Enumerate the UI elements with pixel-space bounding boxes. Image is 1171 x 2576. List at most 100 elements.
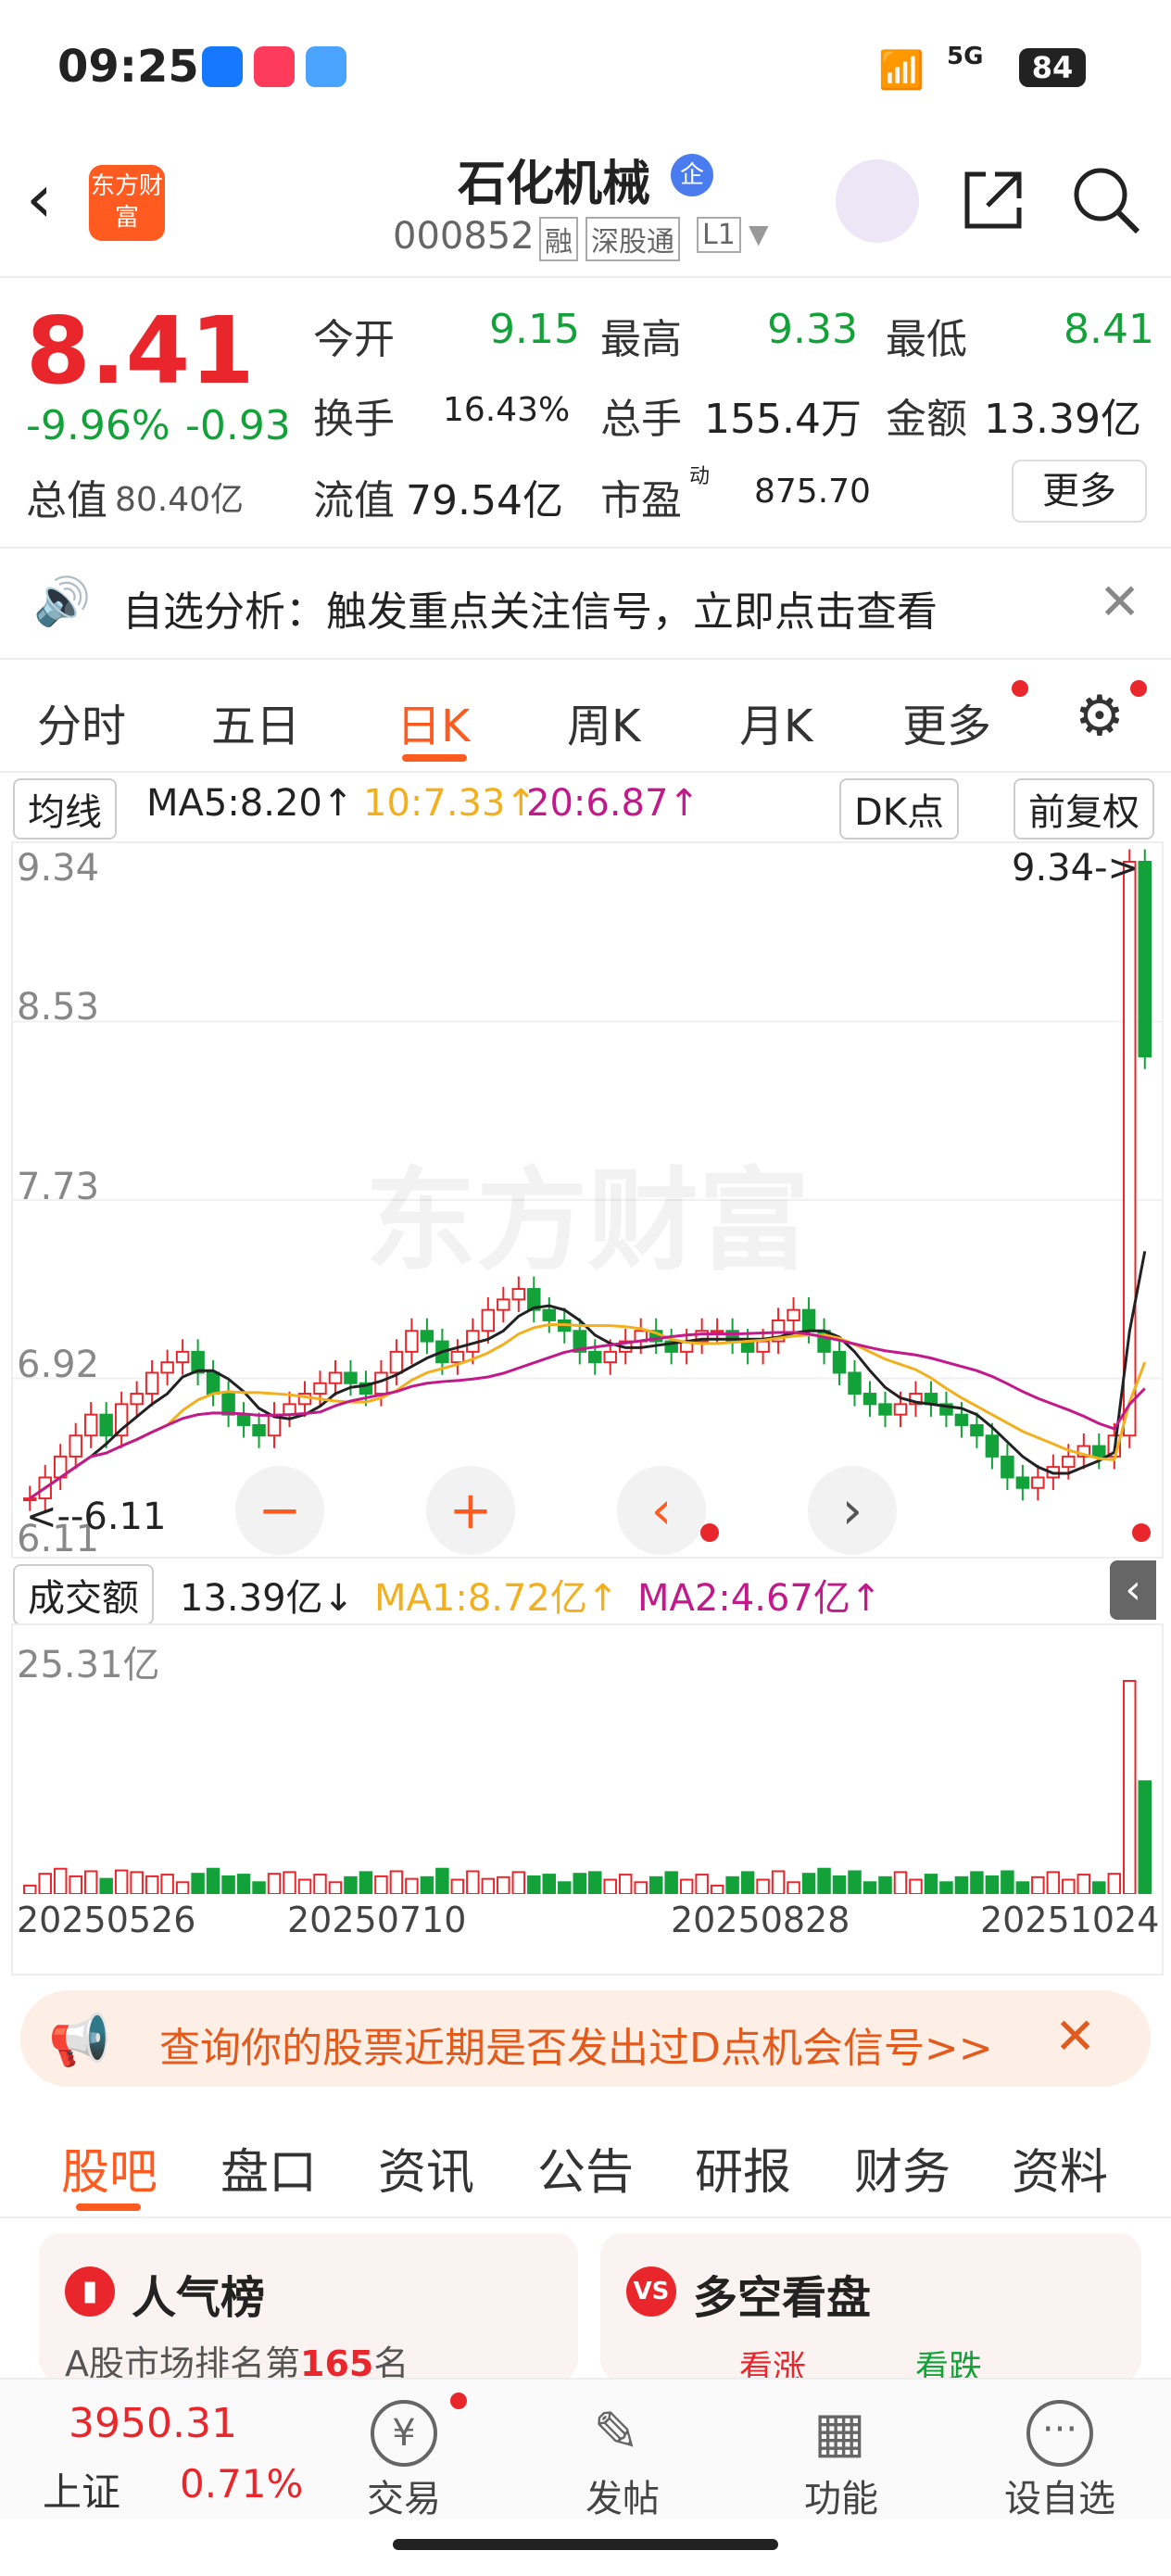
- volume-bar: [771, 1870, 786, 1894]
- volume-bar: [679, 1878, 694, 1894]
- volume-bar: [1077, 1874, 1091, 1894]
- candle-body: [221, 1393, 235, 1416]
- analysis-alert[interactable]: 🔊 自选分析：触发重点关注信号，立即点击查看 ✕: [0, 549, 1171, 660]
- nav-function[interactable]: 功能: [804, 2469, 878, 2522]
- volume-select[interactable]: 成交额: [13, 1564, 154, 1625]
- zoom-out-button[interactable]: −: [235, 1466, 324, 1555]
- nav-trade[interactable]: 交易: [367, 2469, 441, 2522]
- candle-body: [985, 1434, 1000, 1458]
- candle-body: [497, 1298, 510, 1311]
- tab-monthly[interactable]: 月K: [739, 689, 812, 754]
- scroll-left-button[interactable]: ‹: [617, 1466, 706, 1555]
- mcap-value: 80.40亿: [115, 481, 245, 519]
- volume-bar: [69, 1875, 82, 1894]
- tab-order-book[interactable]: 盘口: [220, 2133, 317, 2203]
- volume-chart[interactable]: 25.31亿 20250526 20250710 20250828 202510…: [11, 1623, 1164, 1976]
- kline-chart[interactable]: 东方财富 9.34 8.53 7.73 6.92 6.11 9.34-> <--…: [11, 841, 1164, 1560]
- tab-5day[interactable]: 五日: [211, 689, 300, 754]
- volume-bar: [664, 1871, 678, 1894]
- nav-watchlist[interactable]: 设自选: [1004, 2469, 1115, 2522]
- volume-bar: [511, 1871, 526, 1894]
- tab-research[interactable]: 研报: [695, 2133, 791, 2203]
- low-marker: <--6.11: [26, 1496, 167, 1538]
- versus-icon: VS: [626, 2267, 676, 2317]
- volume-bar: [283, 1871, 296, 1894]
- volume-bar: [1123, 1680, 1137, 1894]
- volume-bar: [1046, 1871, 1061, 1894]
- robot-assistant-icon[interactable]: [836, 159, 919, 243]
- volume-bar: [374, 1875, 388, 1894]
- volume-bar: [558, 1881, 572, 1894]
- tab-news[interactable]: 资讯: [378, 2133, 474, 2203]
- index-percent[interactable]: 0.71%: [180, 2461, 303, 2507]
- speaker-icon: 🔊: [33, 575, 92, 628]
- open-value: 9.15: [489, 306, 580, 353]
- ytick-top: 9.34: [17, 847, 100, 890]
- ma-select[interactable]: 均线: [13, 778, 117, 840]
- chevron-down-icon[interactable]: ▼: [749, 219, 769, 249]
- back-icon[interactable]: ‹: [26, 159, 53, 237]
- candle-body: [787, 1308, 800, 1321]
- tab-more[interactable]: 更多: [902, 689, 991, 754]
- watchlist-icon[interactable]: ···: [1026, 2400, 1093, 2467]
- zoom-in-button[interactable]: +: [426, 1466, 515, 1555]
- tab-forum[interactable]: 股吧: [61, 2133, 157, 2203]
- function-grid-icon[interactable]: ▦: [813, 2400, 866, 2465]
- volume-bar: [634, 1881, 648, 1894]
- more-dot: [1012, 680, 1028, 697]
- watermark: 东方财富: [365, 1157, 810, 1286]
- banner-close-icon[interactable]: ✕: [1054, 2007, 1096, 2065]
- volume-ytick-top: 25.31亿: [17, 1644, 160, 1686]
- volume-svg: [23, 1680, 1152, 1894]
- post-icon[interactable]: ✎: [593, 2400, 639, 2465]
- volume-bar: [878, 1875, 892, 1894]
- candle-body: [145, 1371, 159, 1395]
- nav-post[interactable]: 发帖: [586, 2469, 660, 2522]
- tab-profile[interactable]: 资料: [1012, 2133, 1108, 2203]
- search-icon[interactable]: [1069, 163, 1143, 237]
- volume-bar: [313, 1874, 327, 1894]
- amount-label: 金额: [886, 396, 967, 443]
- enterprise-badge: 企: [671, 154, 713, 196]
- volume-bar: [359, 1871, 373, 1894]
- candle-body: [801, 1308, 816, 1332]
- candle-body: [236, 1413, 251, 1426]
- gear-icon[interactable]: ⚙: [1075, 684, 1125, 749]
- megaphone-icon: 📢: [48, 2011, 111, 2069]
- collapse-panel-button[interactable]: ‹: [1110, 1560, 1156, 1620]
- popularity-card[interactable]: ▮ 人气榜 A股市场排名第165名: [39, 2233, 578, 2384]
- date-1: 20250526: [17, 1900, 196, 1940]
- volume-bar: [191, 1873, 205, 1894]
- tab-daily[interactable]: 日K: [397, 689, 470, 754]
- signal-dot-2: [1132, 1523, 1151, 1542]
- stock-header: ‹ 东方财富 石化机械 企 000852 融 深股通 L1 ▼: [0, 130, 1171, 278]
- bull-bear-card[interactable]: VS 多空看盘 看涨 看跌: [600, 2233, 1141, 2387]
- volume-bar: [542, 1874, 557, 1894]
- close-icon[interactable]: ✕: [1099, 573, 1140, 631]
- trade-icon[interactable]: ¥: [371, 2400, 437, 2467]
- volume-bar: [695, 1874, 709, 1894]
- scroll-right-button[interactable]: ›: [808, 1466, 897, 1555]
- active-tab-indicator: [402, 754, 467, 762]
- volume-bar: [175, 1881, 190, 1894]
- candle-body: [878, 1403, 892, 1416]
- tab-notices[interactable]: 公告: [537, 2133, 634, 2203]
- volume-bar: [405, 1877, 419, 1894]
- more-button[interactable]: 更多: [1012, 460, 1147, 523]
- volume-bar: [756, 1878, 770, 1894]
- pe-label: 市盈: [600, 477, 682, 524]
- tab-intraday[interactable]: 分时: [37, 689, 126, 754]
- volume-bar: [389, 1870, 404, 1894]
- tab-weekly[interactable]: 周K: [567, 689, 640, 754]
- adjust-select[interactable]: 前复权: [1014, 778, 1154, 840]
- volume-bar: [114, 1869, 129, 1894]
- tab-finance[interactable]: 财务: [854, 2133, 951, 2203]
- xiaohongshu-icon: [254, 46, 295, 87]
- index-value[interactable]: 3950.31: [69, 2400, 237, 2447]
- index-name[interactable]: 上证: [43, 2461, 120, 2518]
- dk-point-select[interactable]: DK点: [839, 778, 960, 840]
- volume-bar: [1001, 1870, 1014, 1894]
- low-label: 最低: [886, 316, 967, 363]
- share-icon[interactable]: [958, 165, 1028, 235]
- d-point-banner[interactable]: 📢 查询你的股票近期是否发出过D点机会信号>> ✕: [20, 1990, 1151, 2087]
